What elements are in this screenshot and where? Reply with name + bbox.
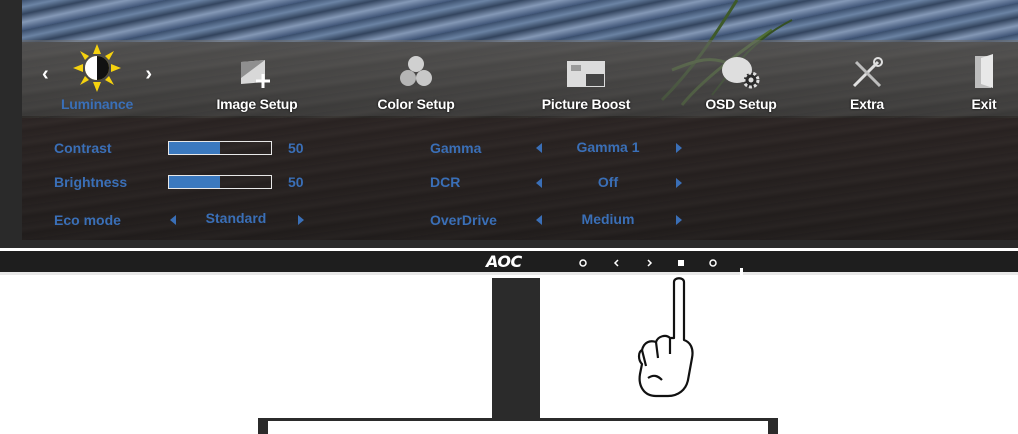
menu-item-luminance[interactable]: ‹ › Luminance <box>42 40 152 116</box>
monitor-stand-base-inner <box>268 421 768 434</box>
bezel-edge <box>0 272 1018 275</box>
menu-item-exit[interactable]: Exit <box>956 40 1012 116</box>
osd-menu-bar: ‹ › Luminance Image Setup Color Setup Pi… <box>22 40 1018 116</box>
exit-door-icon <box>975 54 993 88</box>
eco-mode-left-arrow-icon[interactable] <box>170 215 176 225</box>
tools-icon <box>852 57 883 88</box>
picture-boost-icon <box>567 61 605 87</box>
dcr-label[interactable]: DCR <box>430 174 460 190</box>
osd-gear-icon <box>722 57 760 89</box>
brightness-slider-fill <box>169 176 220 188</box>
power-button-icon[interactable] <box>578 258 588 268</box>
gamma-value: Gamma 1 <box>576 139 640 155</box>
overdrive-label[interactable]: OverDrive <box>430 212 497 228</box>
menu-label: Exit <box>971 96 997 112</box>
pointing-hand-icon <box>637 277 694 398</box>
luminance-settings-panel: Contrast 50 Brightness 50 Eco mode Stand… <box>22 118 1018 240</box>
monitor-stand-neck <box>492 278 540 418</box>
brightness-value: 50 <box>288 174 304 190</box>
menu-item-color-setup[interactable]: Color Setup <box>366 40 466 116</box>
menu-label: OSD Setup <box>705 96 777 112</box>
gamma-label[interactable]: Gamma <box>430 140 481 156</box>
image-crop-icon <box>241 60 270 88</box>
menu-label: Luminance <box>60 96 134 112</box>
menu-item-extra[interactable]: Extra <box>822 40 912 116</box>
overdrive-left-arrow-icon[interactable] <box>536 215 542 225</box>
eco-mode-right-arrow-icon[interactable] <box>298 215 304 225</box>
menu-item-osd-setup[interactable]: OSD Setup <box>686 40 796 116</box>
menu-item-image-setup[interactable]: Image Setup <box>202 40 312 116</box>
menu-label: Picture Boost <box>541 96 631 112</box>
rgb-spheres-icon <box>400 56 432 86</box>
brightness-label[interactable]: Brightness <box>54 174 127 190</box>
brightness-slider[interactable] <box>168 175 272 189</box>
osd-screen: ‹ › Luminance Image Setup Color Setup Pi… <box>22 0 1018 240</box>
contrast-slider[interactable] <box>168 141 272 155</box>
monitor-frame: ‹ › Luminance Image Setup Color Setup Pi… <box>0 0 1018 248</box>
right-button-icon[interactable] <box>644 258 654 268</box>
menu-label: Image Setup <box>216 96 298 112</box>
menu-label: Extra <box>849 96 885 112</box>
eco-mode-value: Standard <box>205 210 267 226</box>
contrast-label[interactable]: Contrast <box>54 140 112 156</box>
gamma-left-arrow-icon[interactable] <box>536 143 542 153</box>
source-button-icon[interactable] <box>708 258 718 268</box>
overdrive-right-arrow-icon[interactable] <box>676 215 682 225</box>
sun-contrast-icon <box>73 44 121 92</box>
overdrive-value: Medium <box>581 211 635 227</box>
background-sky <box>22 0 1018 42</box>
dcr-left-arrow-icon[interactable] <box>536 178 542 188</box>
gamma-right-arrow-icon[interactable] <box>676 143 682 153</box>
contrast-slider-fill <box>169 142 220 154</box>
left-button-icon[interactable] <box>612 258 622 268</box>
menu-label: Color Setup <box>377 96 455 112</box>
brand-logo: AOC <box>486 252 522 271</box>
chevron-right-icon[interactable]: › <box>145 63 152 86</box>
dcr-value: Off <box>597 174 619 190</box>
contrast-value: 50 <box>288 140 304 156</box>
menu-button-icon[interactable] <box>676 258 686 268</box>
power-led <box>740 268 743 276</box>
menu-item-picture-boost[interactable]: Picture Boost <box>526 40 646 116</box>
eco-mode-label[interactable]: Eco mode <box>54 212 121 228</box>
dcr-right-arrow-icon[interactable] <box>676 178 682 188</box>
chevron-left-icon[interactable]: ‹ <box>42 63 49 86</box>
